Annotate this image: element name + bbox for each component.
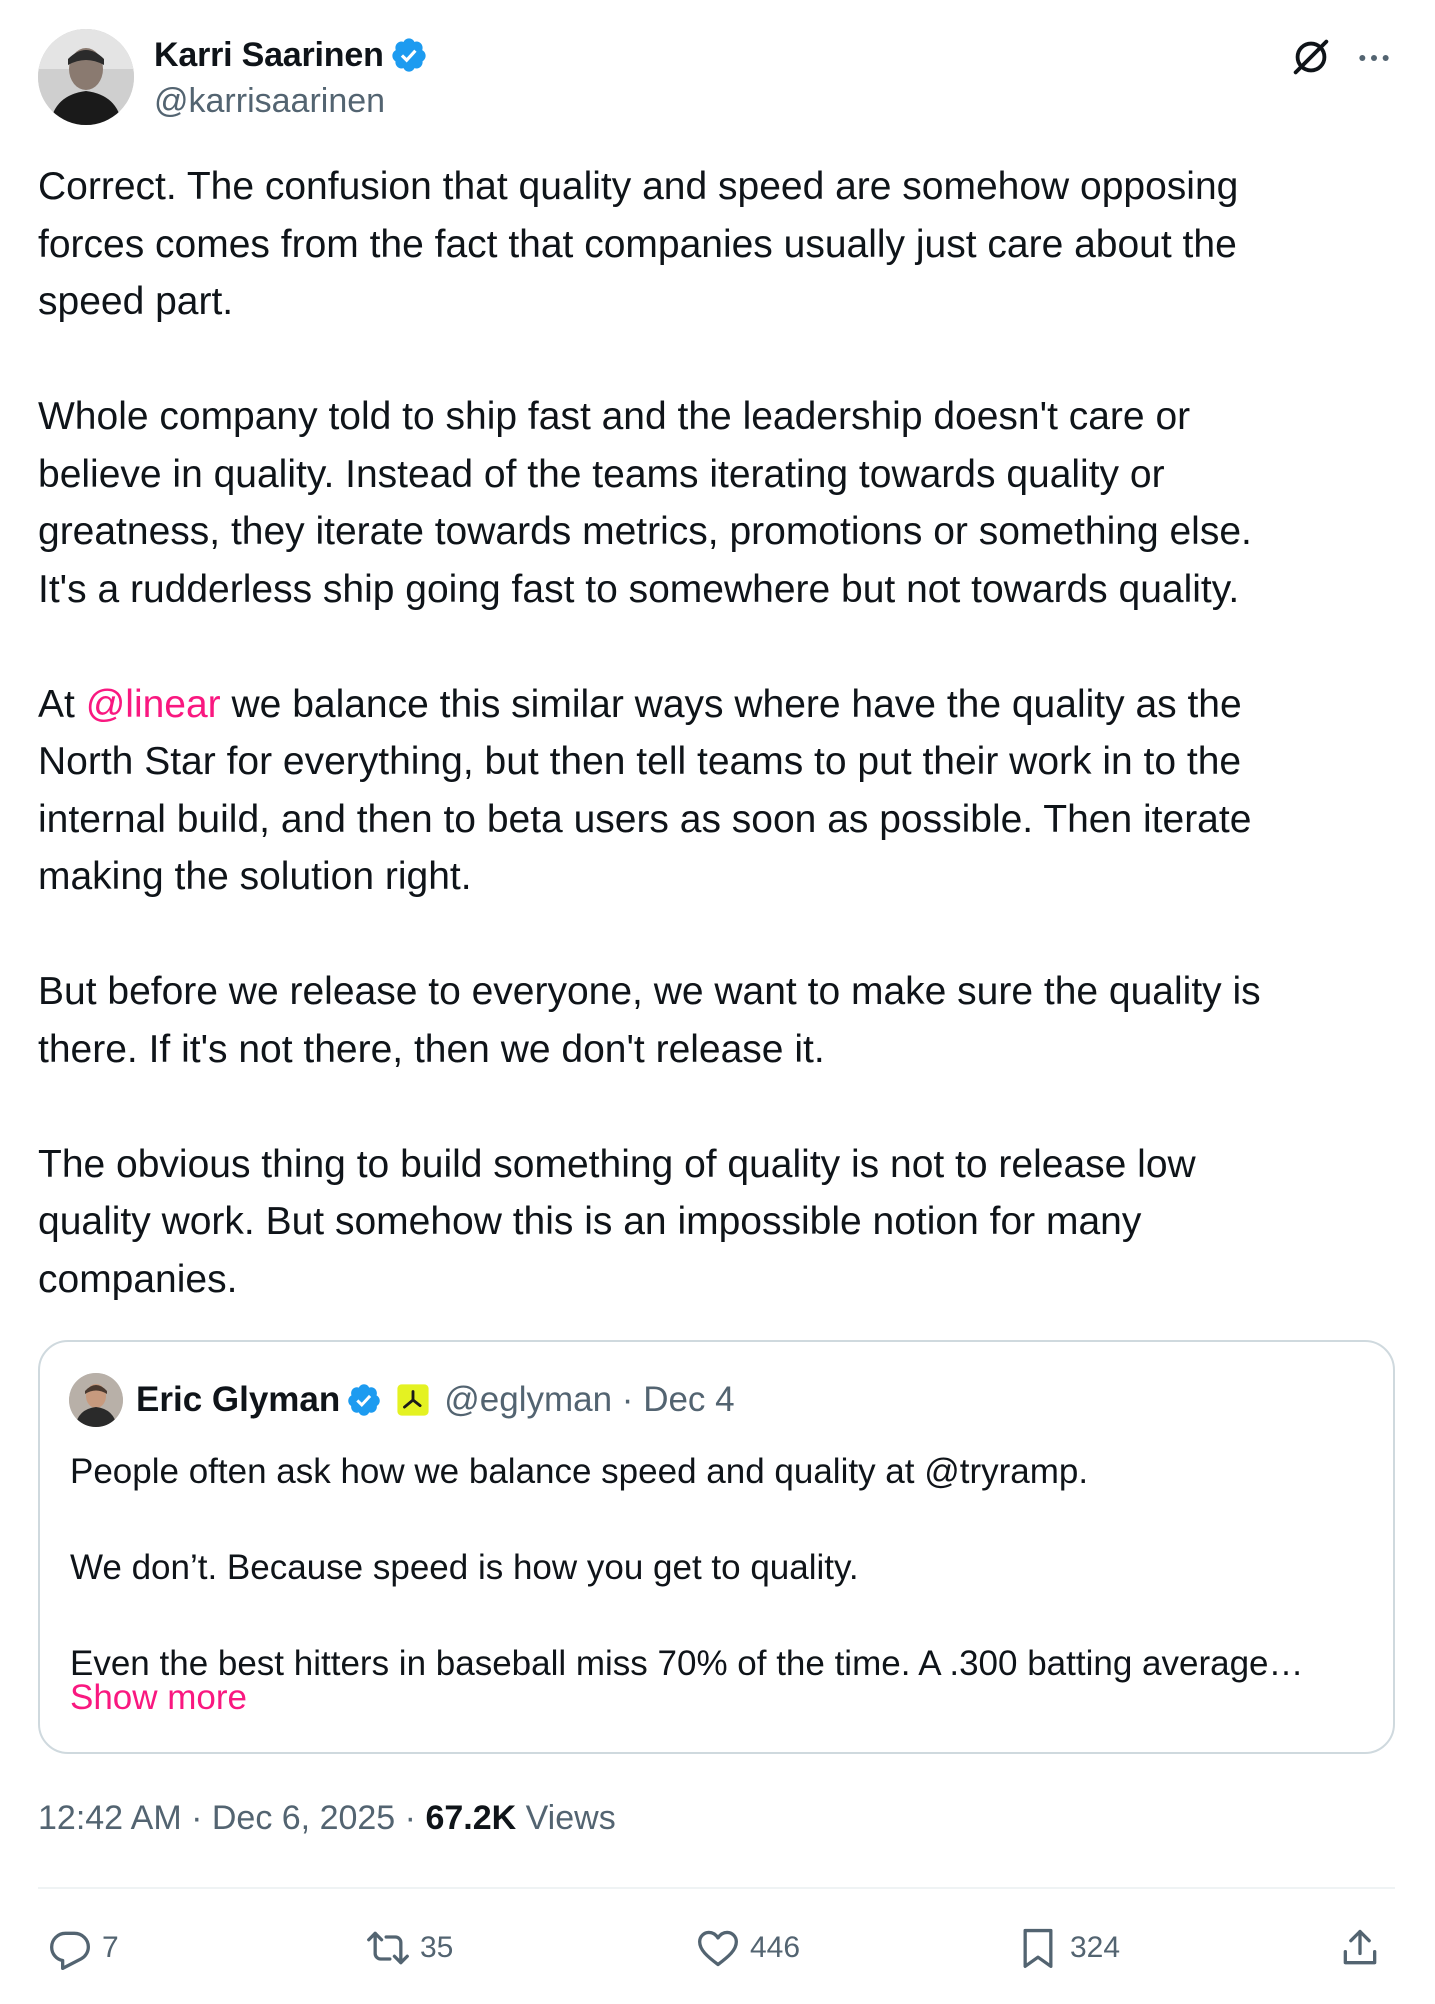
grok-icon[interactable] [1288, 34, 1334, 80]
reply-icon [50, 1931, 90, 1970]
mention-link-linear[interactable]: @linear [86, 683, 221, 726]
show-more-link[interactable]: Show more [70, 1678, 247, 1718]
profile-photo-icon [38, 29, 134, 125]
tweet-text-part-1: Correct. The confusion that quality and … [38, 165, 1252, 726]
repost-icon [367, 1931, 409, 1965]
quoted-author-row: Eric Glyman @eglyman · Dec 4 [136, 1376, 735, 1424]
like-button[interactable]: 446 [696, 1924, 800, 1972]
reply-button[interactable]: 7 [48, 1924, 119, 1972]
like-count: 446 [750, 1931, 801, 1964]
quoted-tweet-card[interactable]: Eric Glyman @eglyman · Dec 4 People ofte… [38, 1340, 1395, 1754]
bookmark-button[interactable]: 324 [1016, 1924, 1120, 1972]
quoted-author-avatar[interactable] [69, 1373, 123, 1427]
divider [38, 1887, 1395, 1889]
bookmark-count: 324 [1070, 1931, 1121, 1964]
quoted-tweet-text: People often ask how we balance speed an… [70, 1452, 1304, 1683]
tweet-meta: 12:42 AM · Dec 6, 2025 · 67.2K Views [38, 1799, 616, 1838]
quoted-author-name[interactable]: Eric Glyman [136, 1380, 340, 1420]
author-display-name[interactable]: Karri Saarinen [154, 36, 384, 75]
quoted-profile-photo-icon [69, 1373, 123, 1427]
tweet-detail: Karri Saarinen @karrisaarinen Correct. T… [0, 0, 1435, 2004]
views-count[interactable]: 67.2K [425, 1799, 516, 1837]
tweet-timestamp[interactable]: 12:42 AM · Dec 6, 2025 · [38, 1799, 425, 1837]
tweet-text: Correct. The confusion that quality and … [38, 158, 1398, 1308]
author-name-row: Karri Saarinen [154, 32, 428, 78]
tweet-text-part-2: we balance this similar ways where have … [38, 682, 1261, 1301]
quoted-handle-date[interactable]: @eglyman · Dec 4 [444, 1380, 734, 1420]
share-icon [1343, 1929, 1377, 1965]
quoted-verified-badge-icon [348, 1384, 381, 1416]
views-label: Views [516, 1799, 616, 1837]
bookmark-icon [1023, 1928, 1053, 1968]
author-avatar[interactable] [38, 29, 134, 125]
ramp-affiliate-badge-icon[interactable] [396, 1383, 430, 1417]
share-button[interactable] [1338, 1924, 1382, 1972]
more-options-icon[interactable] [1352, 38, 1396, 78]
repost-count: 35 [420, 1931, 454, 1964]
reply-count: 7 [102, 1931, 119, 1964]
repost-button[interactable]: 35 [366, 1924, 453, 1972]
verified-badge-icon [392, 38, 426, 72]
heart-icon [698, 1930, 738, 1967]
author-handle[interactable]: @karrisaarinen [154, 82, 385, 121]
